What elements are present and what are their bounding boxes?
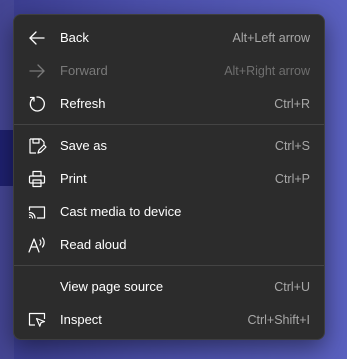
menu-item-shortcut: Ctrl+Shift+I	[247, 312, 310, 327]
menu-item-shortcut: Ctrl+S	[274, 138, 310, 153]
menu-item-read-aloud[interactable]: Read aloud	[14, 228, 324, 261]
inspect-icon	[26, 309, 48, 331]
menu-item-icon-placeholder	[26, 276, 48, 298]
backdrop-dark-block	[0, 130, 14, 186]
menu-item-label: Back	[60, 30, 89, 45]
menu-item-shortcut: Ctrl+R	[274, 96, 310, 111]
refresh-icon	[26, 93, 48, 115]
menu-item-save-as[interactable]: Save as Ctrl+S	[14, 129, 324, 162]
menu-separator	[14, 124, 324, 125]
menu-item-label: Save as	[60, 138, 107, 153]
save-icon	[26, 135, 48, 157]
backdrop-strip	[0, 0, 14, 359]
print-icon	[26, 168, 48, 190]
menu-item-label: Read aloud	[60, 237, 127, 252]
menu-item-label: Inspect	[60, 312, 102, 327]
menu-item-shortcut: Ctrl+U	[274, 279, 310, 294]
arrow-left-icon	[26, 27, 48, 49]
menu-item-label: Print	[60, 171, 87, 186]
read-aloud-icon	[26, 234, 48, 256]
menu-item-label: Forward	[60, 63, 108, 78]
menu-item-label: View page source	[60, 279, 164, 294]
menu-item-forward[interactable]: Forward Alt+Right arrow	[14, 54, 324, 87]
arrow-right-icon	[26, 60, 48, 82]
menu-item-shortcut: Alt+Right arrow	[224, 63, 310, 78]
menu-item-shortcut: Ctrl+P	[274, 171, 310, 186]
menu-item-cast-media[interactable]: Cast media to device	[14, 195, 324, 228]
menu-item-back[interactable]: Back Alt+Left arrow	[14, 21, 324, 54]
menu-item-label: Cast media to device	[60, 204, 182, 219]
menu-separator	[14, 265, 324, 266]
menu-item-label: Refresh	[60, 96, 106, 111]
menu-item-print[interactable]: Print Ctrl+P	[14, 162, 324, 195]
menu-item-view-page-source[interactable]: View page source Ctrl+U	[14, 270, 324, 303]
context-menu: Back Alt+Left arrow Forward Alt+Right ar…	[13, 14, 325, 340]
menu-item-refresh[interactable]: Refresh Ctrl+R	[14, 87, 324, 120]
menu-item-shortcut: Alt+Left arrow	[232, 30, 310, 45]
menu-item-inspect[interactable]: Inspect Ctrl+Shift+I	[14, 303, 324, 336]
cast-icon	[26, 201, 48, 223]
